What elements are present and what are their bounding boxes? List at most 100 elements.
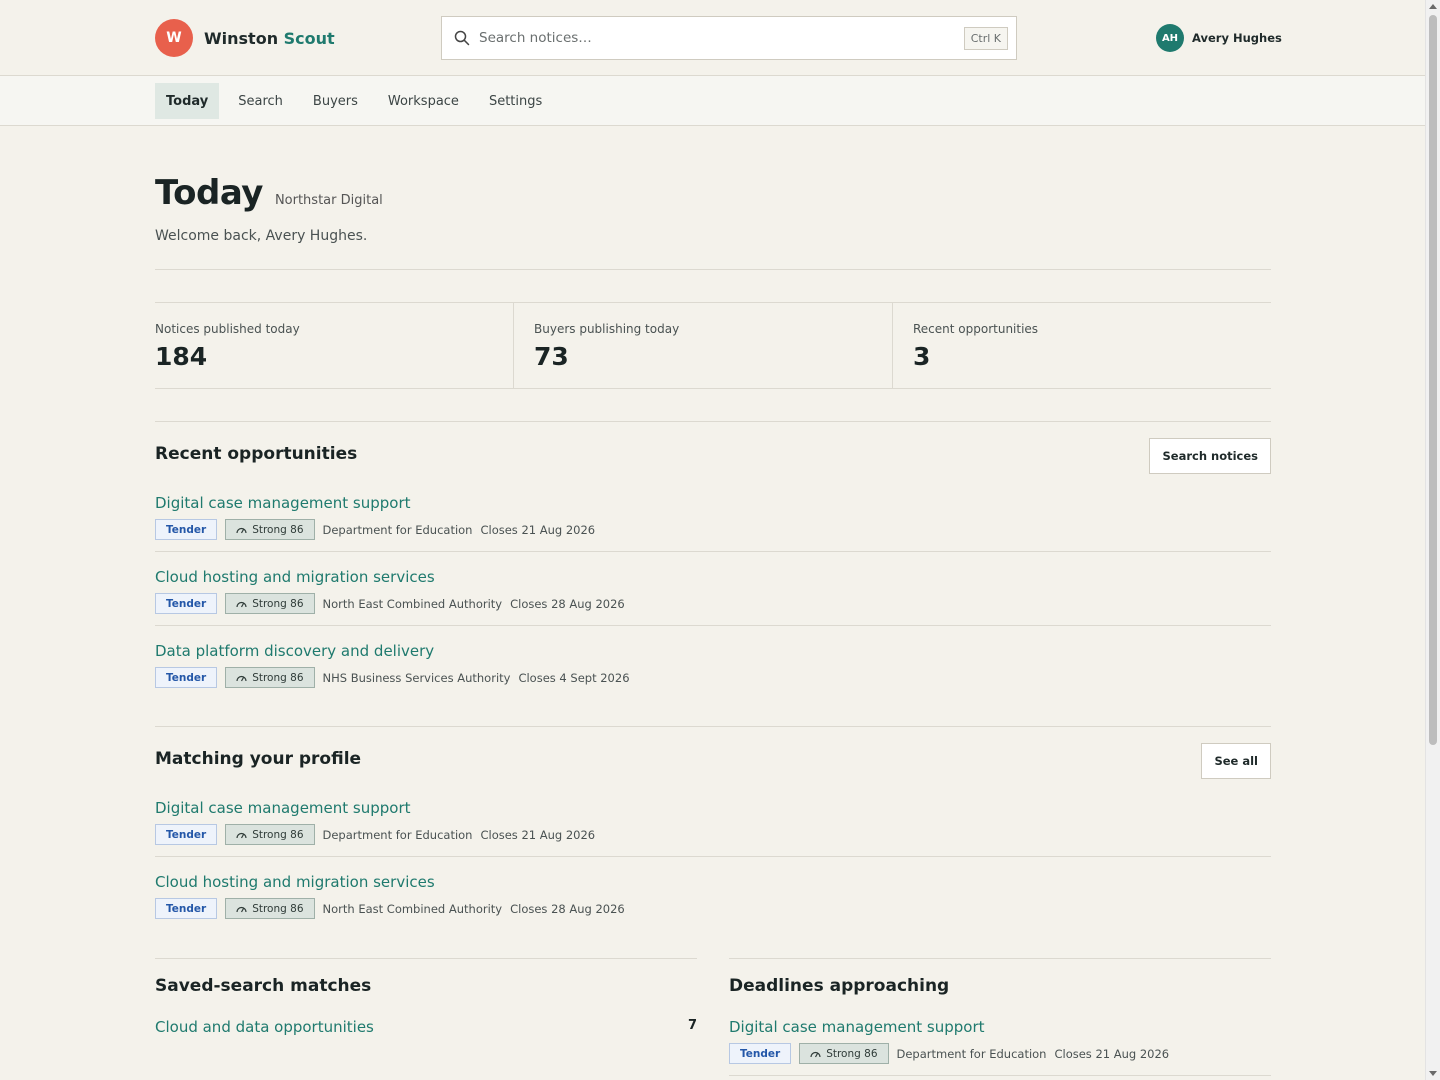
brand[interactable]: W Winston Scout — [155, 19, 335, 57]
row-divider — [155, 625, 1271, 626]
match-score-badge: Strong 86 — [225, 898, 315, 919]
divider — [729, 958, 1271, 959]
stats-row: Notices published today 184 Buyers publi… — [155, 302, 1271, 389]
stat-value: 3 — [913, 342, 931, 371]
divider — [155, 269, 1271, 270]
stat-value: 184 — [155, 342, 208, 371]
match-score-text: Strong 86 — [252, 597, 304, 610]
nav-item-today[interactable]: Today — [155, 83, 220, 119]
saved-search-link[interactable]: Cloud and data opportunities — [155, 1018, 374, 1036]
opportunity-title-link[interactable]: Data platform discovery and delivery — [155, 642, 434, 660]
brand-name-main: Winston — [204, 28, 279, 48]
notice-type-badge: Tender — [155, 898, 218, 919]
section-title: Recent opportunities — [155, 444, 358, 464]
title-row: Today Northstar Digital — [155, 173, 383, 213]
match-score-text: Strong 86 — [252, 902, 304, 915]
closing-date: Closes 21 Aug 2026 — [1054, 1046, 1170, 1061]
divider — [155, 958, 697, 959]
match-score-text: Strong 86 — [252, 523, 304, 536]
opportunity-title-link[interactable]: Digital case management support — [155, 799, 411, 817]
opportunity-meta: Tender Strong 86 Department for Educatio… — [155, 519, 1271, 540]
gauge-icon — [236, 906, 247, 913]
welcome-message: Welcome back, Avery Hughes. — [155, 228, 368, 244]
page-scrollbar[interactable] — [1425, 0, 1440, 1080]
opportunity-item: Cloud hosting and migration services Ten… — [155, 567, 1271, 626]
stat-label: Notices published today — [155, 322, 300, 336]
buyer-name: Department for Education — [896, 1046, 1047, 1061]
search-input[interactable] — [479, 30, 964, 46]
brand-name: Winston Scout — [204, 29, 335, 48]
search-notices-button[interactable]: Search notices — [1149, 438, 1271, 474]
buyer-name: NHS Business Services Authority — [322, 670, 511, 685]
opportunity-item: Data platform discovery and delivery Ten… — [155, 641, 1271, 688]
match-score-badge: Strong 86 — [225, 519, 315, 540]
opportunity-title-link[interactable]: Cloud hosting and migration services — [155, 568, 435, 586]
notice-type-badge: Tender — [155, 519, 218, 540]
notice-type-badge: Tender — [155, 667, 218, 688]
section-title: Matching your profile — [155, 749, 362, 769]
buyer-name: Department for Education — [322, 522, 473, 537]
user-menu[interactable]: AH Avery Hughes — [1156, 24, 1282, 52]
user-name: Avery Hughes — [1192, 31, 1282, 45]
search-box[interactable]: Ctrl K — [441, 16, 1017, 60]
match-score-badge: Strong 86 — [225, 593, 315, 614]
closing-date: Closes 4 Sept 2026 — [518, 670, 630, 685]
gauge-icon — [236, 527, 247, 534]
opportunity-item: Digital case management support Tender S… — [155, 798, 1271, 857]
gauge-icon — [236, 832, 247, 839]
org-name: Northstar Digital — [274, 193, 383, 208]
scroll-up-arrow[interactable] — [1429, 4, 1437, 9]
opportunity-title-link[interactable]: Cloud hosting and migration services — [155, 873, 435, 891]
closing-date: Closes 21 Aug 2026 — [480, 522, 596, 537]
match-score-text: Strong 86 — [826, 1047, 878, 1060]
match-score-text: Strong 86 — [252, 671, 304, 684]
match-score-badge: Strong 86 — [799, 1043, 889, 1064]
brand-name-accent: Scout — [283, 28, 335, 48]
brand-logo: W — [155, 19, 193, 57]
gauge-icon — [236, 675, 247, 682]
stat-recent: Recent opportunities 3 — [892, 303, 1271, 388]
notice-type-badge: Tender — [155, 824, 218, 845]
nav-item-buyers[interactable]: Buyers — [302, 83, 369, 119]
opportunity-item: Digital case management support Tender S… — [729, 1017, 1271, 1076]
row-divider — [155, 856, 1271, 857]
opportunity-meta: Tender Strong 86 Department for Educatio… — [155, 824, 1271, 845]
divider — [155, 421, 1271, 422]
opportunity-meta: Tender Strong 86 North East Combined Aut… — [155, 593, 1271, 614]
notice-type-badge: Tender — [155, 593, 218, 614]
divider — [155, 726, 1271, 727]
opportunity-item: Cloud hosting and migration services Ten… — [155, 872, 1271, 919]
stat-value: 73 — [534, 342, 569, 371]
nav-item-workspace[interactable]: Workspace — [377, 83, 470, 119]
search-icon — [454, 30, 470, 46]
section-title: Deadlines approaching — [729, 976, 950, 996]
opportunity-title-link[interactable]: Digital case management support — [155, 494, 411, 512]
saved-search-count: 7 — [687, 1018, 697, 1033]
buyer-name: Department for Education — [322, 827, 473, 842]
top-bar: W Winston Scout Ctrl K AH Avery Hughes — [0, 0, 1440, 76]
opportunity-meta: Tender Strong 86 North East Combined Aut… — [155, 898, 1271, 919]
main-nav: Today Search Buyers Workspace Settings — [0, 76, 1440, 126]
opportunity-meta: Tender Strong 86 NHS Business Services A… — [155, 667, 1271, 688]
opportunity-title-link[interactable]: Digital case management support — [729, 1018, 985, 1036]
see-all-button[interactable]: See all — [1201, 743, 1271, 779]
avatar: AH — [1156, 24, 1184, 52]
stat-buyers: Buyers publishing today 73 — [513, 303, 892, 388]
closing-date: Closes 28 Aug 2026 — [510, 901, 625, 916]
scroll-down-arrow[interactable] — [1429, 1071, 1437, 1076]
nav-item-settings[interactable]: Settings — [478, 83, 553, 119]
nav-item-search[interactable]: Search — [227, 83, 294, 119]
page-title: Today — [155, 173, 263, 213]
match-score-text: Strong 86 — [252, 828, 304, 841]
saved-search-item: Cloud and data opportunities 7 — [155, 1017, 697, 1036]
opportunity-meta: Tender Strong 86 Department for Educatio… — [729, 1043, 1271, 1064]
shortcut-hint: Ctrl K — [963, 26, 1008, 50]
closing-date: Closes 21 Aug 2026 — [480, 827, 596, 842]
buyer-name: North East Combined Authority — [322, 901, 503, 916]
opportunity-item: Digital case management support Tender S… — [155, 493, 1271, 552]
buyer-name: North East Combined Authority — [322, 596, 503, 611]
stat-label: Recent opportunities — [913, 322, 1039, 336]
stat-label: Buyers publishing today — [534, 322, 680, 336]
match-score-badge: Strong 86 — [225, 824, 315, 845]
scroll-thumb[interactable] — [1429, 15, 1437, 745]
